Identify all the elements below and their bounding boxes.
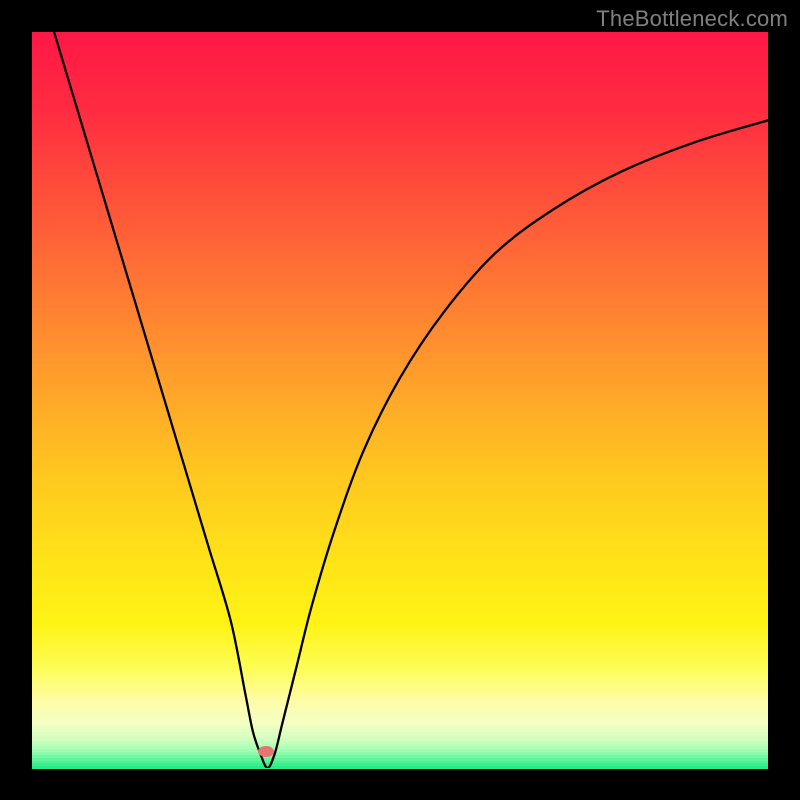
bottleneck-curve (32, 32, 768, 768)
watermark-text: TheBottleneck.com (596, 6, 788, 32)
curve-path (54, 32, 768, 768)
chart-root: TheBottleneck.com (0, 0, 800, 800)
plot-area (32, 32, 768, 768)
optimum-marker (258, 746, 274, 757)
